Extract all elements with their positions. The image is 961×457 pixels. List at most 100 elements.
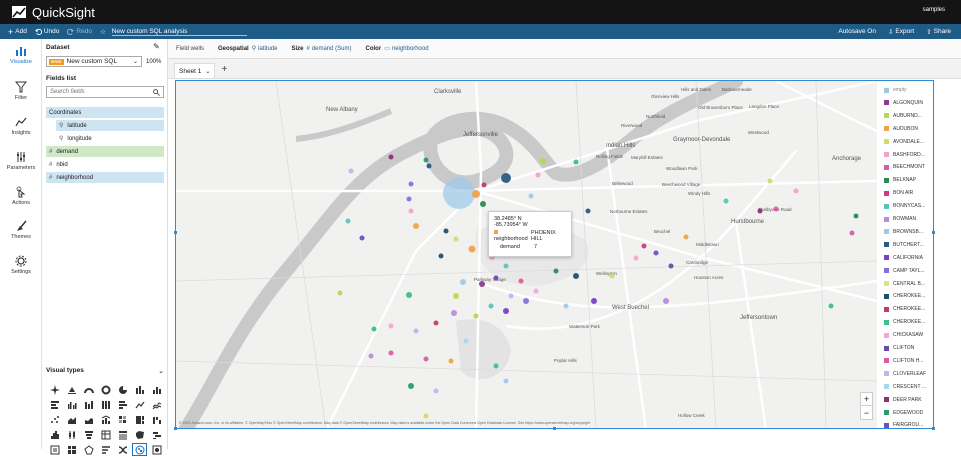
redo-button[interactable]: Redo — [67, 28, 92, 35]
map-point[interactable] — [481, 182, 487, 188]
rail-settings[interactable]: Settings — [0, 255, 42, 275]
rail-actions[interactable]: Actions — [0, 186, 42, 206]
field-nbid[interactable]: # nbid — [46, 159, 164, 170]
map-point[interactable] — [433, 388, 439, 394]
map-point[interactable] — [473, 313, 479, 319]
map-point[interactable] — [553, 268, 559, 274]
map-point[interactable] — [480, 201, 486, 207]
map-point[interactable] — [503, 378, 509, 384]
map-point[interactable] — [423, 413, 429, 419]
legend-item[interactable]: empty — [884, 87, 907, 93]
map-point[interactable] — [663, 298, 669, 304]
legend-item[interactable]: BON AIR — [884, 190, 913, 196]
radar-visual-icon[interactable] — [80, 442, 97, 457]
map-point[interactable] — [563, 303, 569, 309]
area-visual-icon[interactable] — [63, 412, 80, 427]
word-cloud-visual-icon[interactable] — [148, 427, 165, 442]
scatter-visual-icon[interactable] — [46, 412, 63, 427]
rail-themes[interactable]: Themes — [0, 220, 42, 240]
map-point[interactable] — [371, 326, 377, 332]
table-visual-icon[interactable] — [114, 427, 131, 442]
legend-item[interactable]: BONNYCAS... — [884, 203, 925, 209]
map-point[interactable] — [668, 263, 674, 269]
geospatial-well[interactable]: Geospatial ⚲ latitude — [218, 45, 277, 53]
legend-item[interactable]: CLOVERLEAF — [884, 371, 926, 377]
sankey-visual-icon[interactable] — [114, 442, 131, 457]
map-point[interactable] — [757, 208, 763, 214]
combo-visual-icon[interactable] — [97, 412, 114, 427]
map-point[interactable] — [518, 278, 524, 284]
rail-filter[interactable]: Filter — [0, 81, 42, 101]
legend-item[interactable]: CHEROKEE... — [884, 293, 925, 299]
map-point[interactable] — [793, 188, 799, 194]
field-demand[interactable]: # demand — [46, 146, 164, 157]
legend-item[interactable]: CLIFTON — [884, 345, 914, 351]
analysis-name-field[interactable]: ☆ New custom SQL analysis — [100, 28, 248, 36]
map-point[interactable] — [472, 190, 480, 198]
legend-item[interactable]: BEECHMONT — [884, 164, 925, 170]
filled-map-visual-icon[interactable] — [131, 427, 148, 442]
map-point[interactable] — [767, 178, 773, 184]
autosave-toggle[interactable]: Autosave On — [838, 28, 876, 35]
chevron-down-icon[interactable]: ⌄ — [205, 68, 210, 75]
analysis-name[interactable]: New custom SQL analysis — [111, 28, 248, 36]
map-point[interactable] — [585, 208, 591, 214]
map-point[interactable] — [493, 363, 499, 369]
horizontal-bar-visual-icon[interactable] — [46, 397, 63, 412]
box-plot-visual-icon[interactable] — [63, 427, 80, 442]
map-point[interactable] — [653, 250, 659, 256]
star-icon[interactable]: ☆ — [100, 28, 106, 36]
more-visuals-icon[interactable] — [148, 442, 165, 457]
legend-item[interactable]: CLIFTON H... — [884, 358, 923, 364]
bar-visual-icon[interactable] — [148, 382, 165, 397]
map-point[interactable] — [451, 310, 457, 316]
map-point[interactable] — [535, 172, 541, 178]
field-neighborhood[interactable]: # neighborhood — [46, 172, 164, 183]
map-point[interactable] — [408, 181, 414, 187]
map-point[interactable] — [479, 281, 485, 287]
map-point[interactable] — [443, 228, 449, 234]
map-point[interactable] — [508, 293, 514, 299]
legend-item[interactable]: CENTRAL B... — [884, 281, 925, 287]
insight-visual-icon[interactable] — [46, 442, 63, 457]
map-point[interactable] — [488, 303, 494, 309]
donut-visual-icon[interactable] — [97, 382, 114, 397]
map-point[interactable] — [423, 157, 429, 163]
pie-visual-icon[interactable] — [114, 382, 131, 397]
color-well[interactable]: Color ▭ neighborhood — [366, 45, 429, 53]
map-point[interactable] — [773, 206, 779, 212]
custom-visual-icon[interactable] — [97, 442, 114, 457]
add-sheet-button[interactable]: + — [221, 64, 227, 75]
size-well[interactable]: Size # demand (Sum) — [291, 46, 351, 52]
heat-map-visual-icon[interactable] — [114, 412, 131, 427]
legend-item[interactable]: BUTCHERT... — [884, 242, 924, 248]
legend-item[interactable]: FAIRGROU... — [884, 422, 923, 428]
map-point[interactable] — [359, 235, 365, 241]
map-point[interactable] — [426, 163, 432, 169]
legend-item[interactable]: CHEROKEE... — [884, 306, 925, 312]
line-visual-icon[interactable] — [131, 397, 148, 412]
map-point[interactable] — [413, 223, 419, 229]
map-point[interactable] — [337, 290, 343, 296]
map-point[interactable] — [503, 308, 509, 314]
field-latitude[interactable]: ⚲ latitude — [56, 120, 164, 131]
legend-item[interactable]: EDGEWOOD — [884, 410, 923, 416]
map-point[interactable] — [828, 303, 834, 309]
resize-handle[interactable] — [553, 427, 556, 430]
map-point[interactable] — [406, 196, 412, 202]
map-point[interactable] — [468, 245, 476, 253]
tab-sheet-1[interactable]: Sheet 1 ⌄ — [174, 63, 216, 78]
legend-item[interactable]: AUDUBON — [884, 126, 918, 132]
map-point[interactable] — [533, 288, 539, 294]
zoom-out-button[interactable]: − — [861, 406, 872, 419]
kpi-visual-icon[interactable] — [63, 382, 80, 397]
undo-button[interactable]: Undo — [34, 28, 59, 35]
map-visual[interactable]: Clarksville New Albany Jeffersonville In… — [175, 80, 934, 429]
tree-map-visual-icon[interactable] — [131, 412, 148, 427]
map-point[interactable] — [443, 177, 475, 209]
funnel-visual-icon[interactable] — [80, 427, 97, 442]
map-point[interactable] — [540, 158, 546, 164]
map-point[interactable] — [388, 323, 394, 329]
horizontal-stacked-bar-visual-icon[interactable] — [114, 397, 131, 412]
map-point[interactable] — [573, 273, 579, 279]
